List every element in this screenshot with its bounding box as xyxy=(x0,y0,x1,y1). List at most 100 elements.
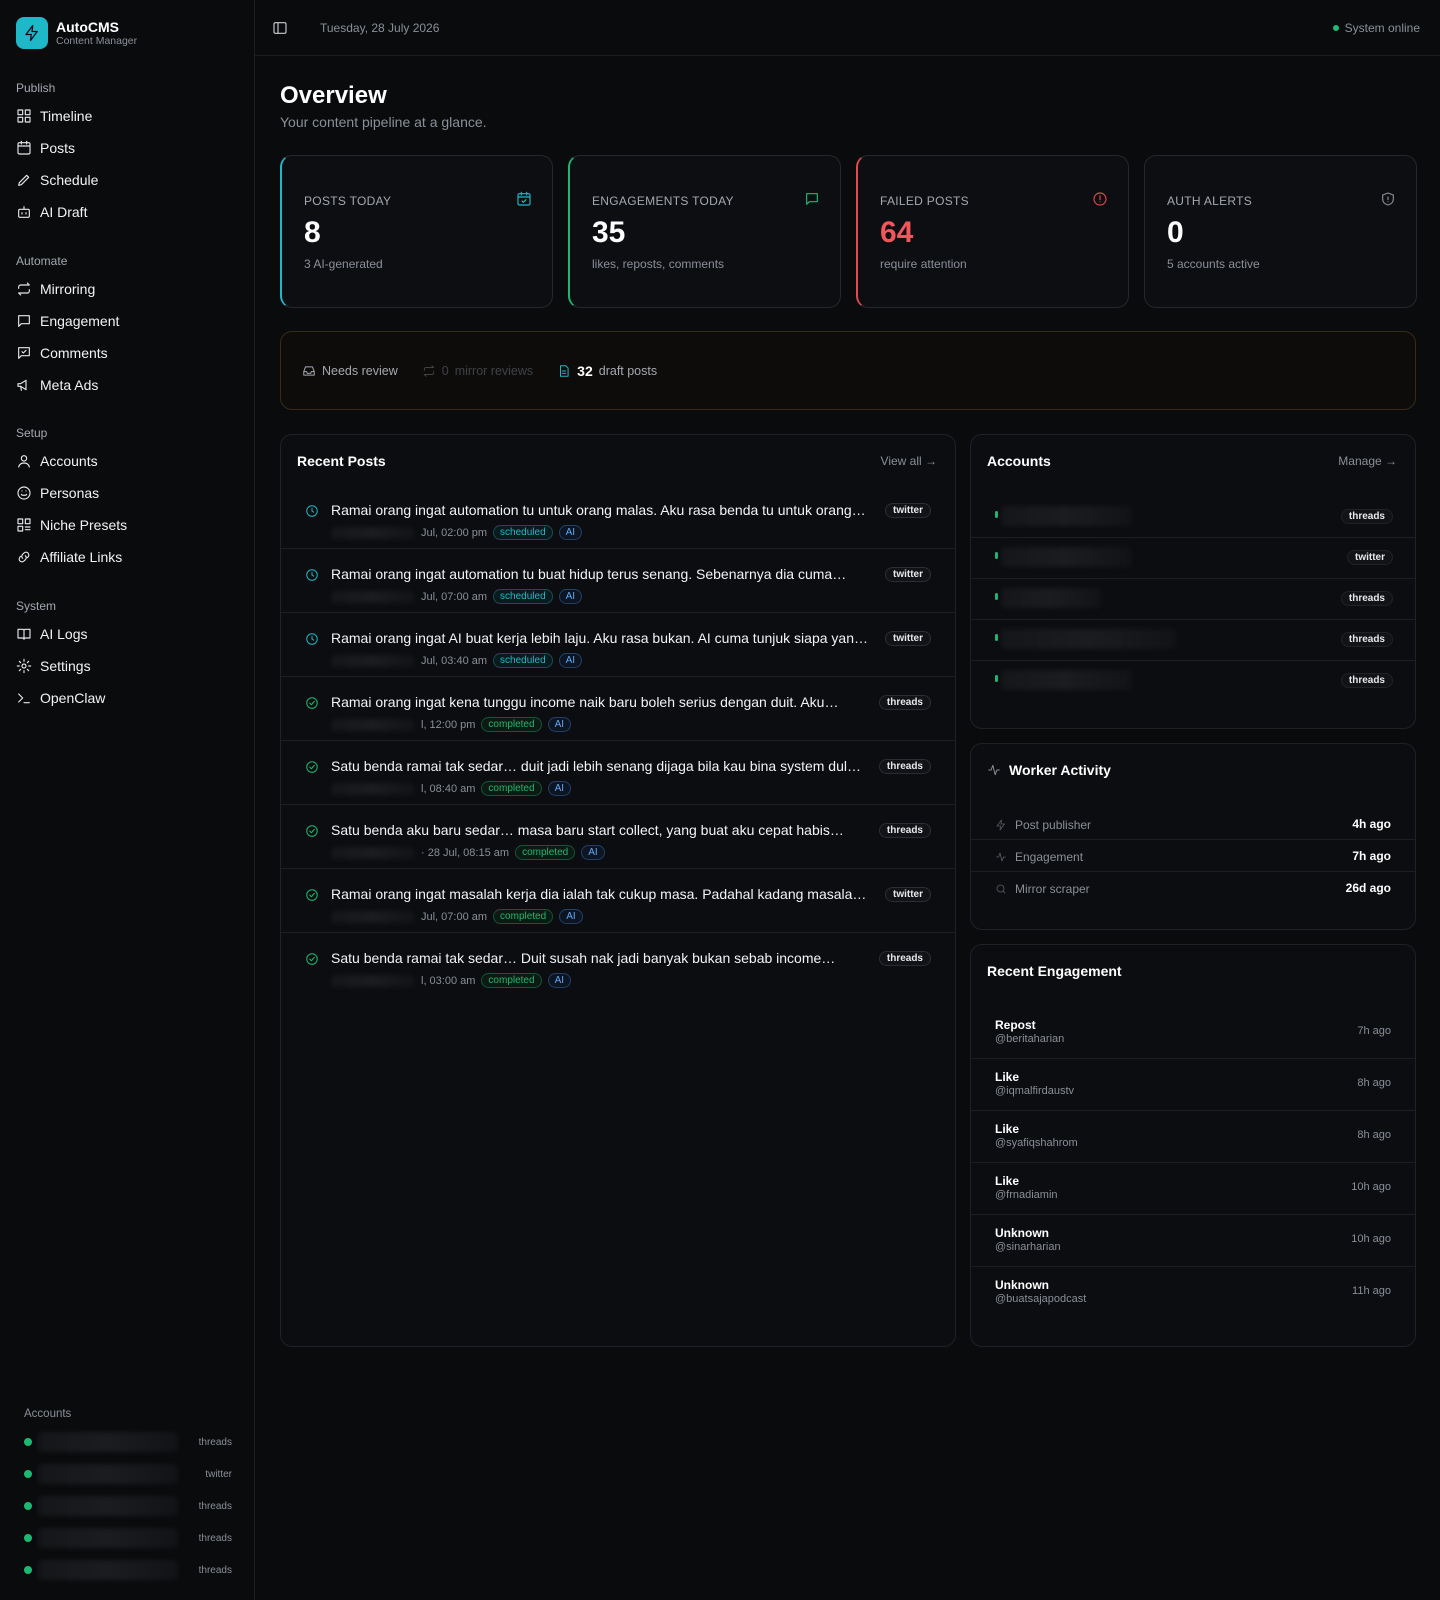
sidebar-item-timeline[interactable]: Timeline xyxy=(0,100,255,132)
ai-badge: AI xyxy=(547,973,572,988)
post-text: Satu benda ramai tak sedar… duit jadi le… xyxy=(331,758,861,774)
grid-icon xyxy=(17,518,31,532)
account-name-redacted xyxy=(38,1464,178,1484)
draft-posts[interactable]: 32 draft posts xyxy=(557,363,657,379)
engagement-row[interactable]: Like @iqmalfirdaustv 8h ago xyxy=(971,1059,1415,1111)
post-row[interactable]: Ramai orang ingat masalah kerja dia iala… xyxy=(281,869,955,933)
sidebar-item-ai-logs[interactable]: AI Logs xyxy=(0,618,255,650)
worker-row: Post publisher 4h ago xyxy=(971,808,1415,840)
account-name-redacted xyxy=(331,718,415,731)
sidebar-item-accounts[interactable]: Accounts xyxy=(0,445,255,477)
mirror-reviews-label: mirror reviews xyxy=(454,363,534,378)
post-row[interactable]: Ramai orang ingat kena tunggu income nai… xyxy=(281,677,955,741)
engagement-time: 7h ago xyxy=(1357,1025,1391,1037)
mirror-reviews[interactable]: 0 mirror reviews xyxy=(422,364,533,378)
post-row[interactable]: Satu benda ramai tak sedar… Duit susah n… xyxy=(281,933,955,997)
account-row[interactable]: threads xyxy=(971,661,1415,702)
status-indicator xyxy=(995,552,998,559)
stat-value: 64 xyxy=(880,216,914,249)
stat-value: 0 xyxy=(1167,216,1184,249)
sidebar-item-ai-draft[interactable]: AI Draft xyxy=(0,196,255,228)
nav-group-automate: Automate Mirroring Engagement Comments M… xyxy=(0,251,255,401)
account-name-redacted xyxy=(1001,670,1131,690)
account-name-redacted xyxy=(331,654,415,667)
post-text: Ramai orang ingat AI buat kerja lebih la… xyxy=(331,630,868,646)
stat-card-posts-today[interactable]: POSTS TODAY 8 3 AI-generated xyxy=(280,155,553,308)
repeat-icon xyxy=(423,364,434,377)
stat-card-auth-alerts[interactable]: AUTH ALERTS 0 5 accounts active xyxy=(1144,155,1417,308)
ai-badge: AI xyxy=(558,589,583,604)
account-row[interactable]: twitter xyxy=(971,538,1415,579)
sidebar-item-meta-ads[interactable]: Meta Ads xyxy=(0,369,255,401)
brand[interactable]: AutoCMS Content Manager xyxy=(16,17,137,49)
alert-icon xyxy=(1093,192,1107,206)
engagement-row[interactable]: Like @syafiqshahrom 8h ago xyxy=(971,1111,1415,1163)
account-row[interactable]: threads xyxy=(971,497,1415,538)
nav-group-title: Automate xyxy=(16,254,68,268)
engagement-row[interactable]: Repost @beritaharian 7h ago xyxy=(971,1007,1415,1059)
engagement-type: Like xyxy=(995,1122,1020,1136)
stat-card-engagements-today[interactable]: ENGAGEMENTS TODAY 35 likes, reposts, com… xyxy=(568,155,841,308)
nav-group-system: System AI Logs Settings OpenClaw xyxy=(0,596,255,714)
post-row[interactable]: Satu benda aku baru sedar… masa baru sta… xyxy=(281,805,955,869)
recent-posts-title: Recent Posts xyxy=(297,453,386,469)
engagement-time: 10h ago xyxy=(1351,1181,1391,1193)
sidebar-item-label: OpenClaw xyxy=(40,690,106,706)
post-row[interactable]: Ramai orang ingat automation tu buat hid… xyxy=(281,549,955,613)
engagement-handle: @beritaharian xyxy=(995,1033,1065,1045)
user-icon xyxy=(18,455,30,468)
check-circle-icon xyxy=(305,824,319,838)
engagement-row[interactable]: Unknown @sinarharian 10h ago xyxy=(971,1215,1415,1267)
post-row[interactable]: Satu benda ramai tak sedar… duit jadi le… xyxy=(281,741,955,805)
sidebar-account-row[interactable]: threads xyxy=(24,1554,232,1586)
smile-icon xyxy=(17,486,31,500)
stat-label: POSTS TODAY xyxy=(304,194,392,208)
stat-card-failed-posts[interactable]: FAILED POSTS 64 require attention xyxy=(856,155,1129,308)
sidebar-item-settings[interactable]: Settings xyxy=(0,650,255,682)
sidebar-account-row[interactable]: twitter xyxy=(24,1458,232,1490)
post-time: l, 08:40 am xyxy=(421,782,476,795)
sidebar-account-row[interactable]: threads xyxy=(24,1490,232,1522)
engagement-row[interactable]: Unknown @buatsajapodcast 11h ago xyxy=(971,1267,1415,1319)
sidebar-item-engagement[interactable]: Engagement xyxy=(0,305,255,337)
message-icon xyxy=(18,315,30,327)
current-date: Tuesday, 28 July 2026 xyxy=(320,21,440,35)
sidebar-item-label: Engagement xyxy=(40,313,120,329)
stat-desc: 3 AI-generated xyxy=(304,257,383,271)
ai-badge: AI xyxy=(547,781,572,796)
sidebar-item-niche-presets[interactable]: Niche Presets xyxy=(0,509,255,541)
engagement-row[interactable]: Like @frnadiamin 10h ago xyxy=(971,1163,1415,1215)
sidebar-item-affiliate-links[interactable]: Affiliate Links xyxy=(0,541,255,573)
sidebar-account-row[interactable]: threads xyxy=(24,1426,232,1458)
recent-engagement-card: Recent Engagement Repost @beritaharian 7h … xyxy=(970,944,1416,1347)
account-row[interactable]: threads xyxy=(971,579,1415,620)
document-icon xyxy=(560,364,569,377)
activity-icon xyxy=(996,852,1006,862)
sidebar-account-row[interactable]: threads xyxy=(24,1522,232,1554)
post-row[interactable]: Ramai orang ingat AI buat kerja lebih la… xyxy=(281,613,955,677)
manage-link[interactable]: Manage → xyxy=(1338,454,1397,468)
needs-review[interactable]: Needs review xyxy=(302,364,398,378)
view-all-link[interactable]: View all → xyxy=(881,454,937,468)
timeline-icon xyxy=(17,109,31,123)
sidebar-toggle-icon[interactable] xyxy=(272,20,288,36)
account-name-redacted xyxy=(38,1528,178,1548)
terminal-icon xyxy=(18,693,30,704)
account-platform: twitter xyxy=(205,1468,232,1480)
sidebar-item-schedule[interactable]: Schedule xyxy=(0,164,255,196)
lightning-icon xyxy=(16,17,48,49)
sidebar-item-comments[interactable]: Comments xyxy=(0,337,255,369)
sidebar-item-openclaw[interactable]: OpenClaw xyxy=(0,682,255,714)
status-dot xyxy=(24,1470,32,1478)
account-row[interactable]: threads xyxy=(971,620,1415,661)
sidebar-item-personas[interactable]: Personas xyxy=(0,477,255,509)
post-meta: l, 08:40 am completed AI xyxy=(331,781,572,796)
draft-posts-label: draft posts xyxy=(598,363,658,378)
post-time: Jul, 03:40 am xyxy=(421,654,488,667)
sidebar-item-label: AI Draft xyxy=(40,204,88,220)
worker-label: Mirror scraper xyxy=(1015,882,1090,896)
sidebar-item-mirroring[interactable]: Mirroring xyxy=(0,273,255,305)
post-meta: l, 03:00 am completed AI xyxy=(331,973,572,988)
sidebar-item-posts[interactable]: Posts xyxy=(0,132,255,164)
post-row[interactable]: Ramai orang ingat automation tu untuk or… xyxy=(281,485,955,549)
